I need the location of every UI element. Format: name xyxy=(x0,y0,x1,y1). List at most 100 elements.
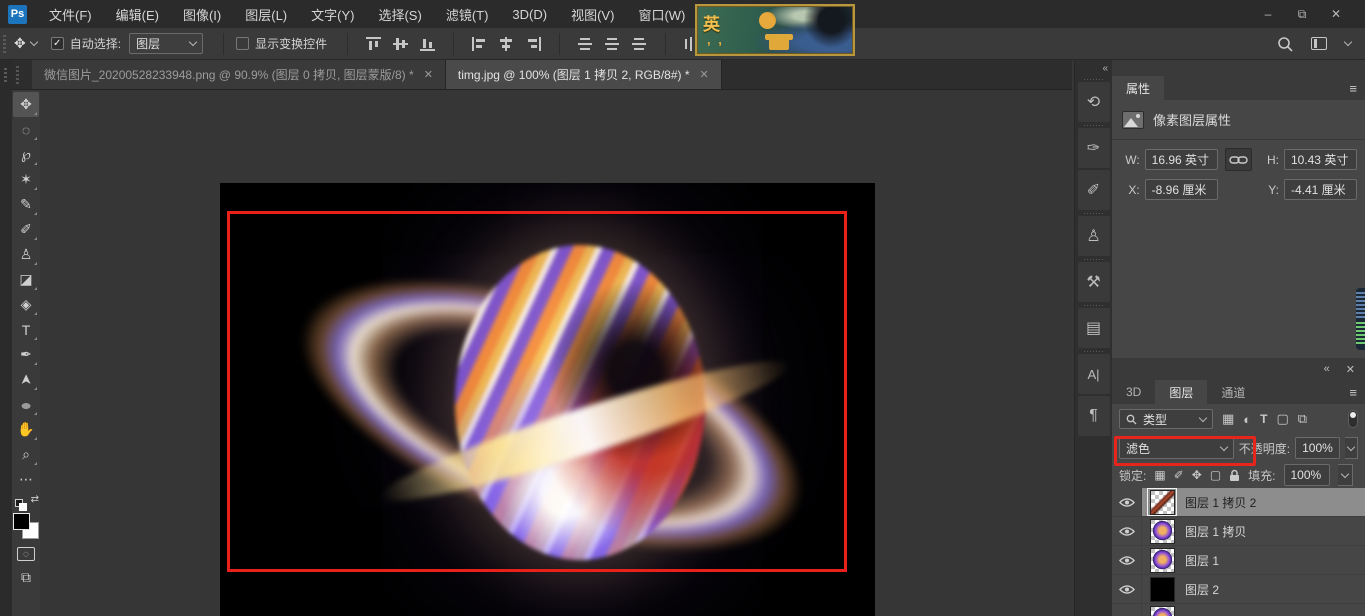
layer-thumbnail[interactable] xyxy=(1147,517,1177,545)
dock-grip[interactable] xyxy=(12,60,32,89)
fill-slider-button[interactable] xyxy=(1338,464,1353,486)
close-icon[interactable]: ✕ xyxy=(424,68,433,81)
minimize-button[interactable]: – xyxy=(1251,3,1285,25)
menu-view[interactable]: 视图(V) xyxy=(559,0,626,28)
height-field[interactable]: 10.43 英寸 xyxy=(1284,149,1357,170)
menu-layer[interactable]: 图层(L) xyxy=(233,0,299,28)
more-tools-button[interactable]: ⋯ xyxy=(13,467,39,492)
shape-tool[interactable]: ● xyxy=(13,392,39,417)
restore-button[interactable]: ⧉ xyxy=(1285,3,1319,25)
lock-position-icon[interactable]: ✥ xyxy=(1192,468,1202,482)
align-top-edges-button[interactable] xyxy=(366,37,381,51)
layer-name[interactable]: 图层 1 xyxy=(1185,552,1219,569)
quick-mask-button[interactable]: ◌ xyxy=(17,547,35,561)
distribute-vertical-centers-button[interactable] xyxy=(605,37,620,51)
width-field[interactable]: 16.96 英寸 xyxy=(1145,149,1218,170)
tab-channels[interactable]: 通道 xyxy=(1207,380,1259,404)
align-left-edges-button[interactable] xyxy=(472,37,487,51)
visibility-toggle[interactable] xyxy=(1112,517,1142,545)
lock-artboard-icon[interactable]: ▢ xyxy=(1210,468,1221,482)
layer-name[interactable]: 图层 1 拷贝 xyxy=(1185,523,1246,540)
document-tab-2[interactable]: timg.jpg @ 100% (图层 1 拷贝 2, RGB/8#) * ✕ xyxy=(446,60,722,89)
tool-preset-picker[interactable]: ✥ xyxy=(14,35,37,52)
brush-settings-panel-icon[interactable]: ✑ xyxy=(1078,128,1110,168)
elliptical-marquee-tool[interactable]: ◌ xyxy=(13,117,39,142)
layer-row-partial[interactable] xyxy=(1112,604,1365,616)
history-panel-icon[interactable]: ⟲ xyxy=(1078,82,1110,122)
align-bottom-edges-button[interactable] xyxy=(420,37,435,51)
close-panel-icon[interactable]: ✕ xyxy=(1346,363,1355,376)
zoom-tool[interactable]: ⌕ xyxy=(13,442,39,467)
lasso-tool[interactable]: ℘ xyxy=(13,142,39,167)
filter-type-dropdown[interactable]: 类型 xyxy=(1119,409,1213,429)
layer-name[interactable]: 图层 2 xyxy=(1185,581,1219,598)
filter-shape-layers-icon[interactable]: ▢ xyxy=(1277,411,1289,427)
type-tool[interactable]: T xyxy=(13,317,39,342)
brushes-panel-icon[interactable]: ✐ xyxy=(1078,170,1110,210)
layer-thumbnail[interactable] xyxy=(1147,546,1177,574)
layer-thumbnail[interactable] xyxy=(1147,488,1177,516)
filter-smart-objects-icon[interactable]: ⧉ xyxy=(1298,411,1307,427)
collapse-panel-icon[interactable]: « xyxy=(1324,363,1330,375)
hand-tool[interactable]: ✋ xyxy=(13,417,39,442)
layer-name[interactable]: 图层 1 拷贝 2 xyxy=(1185,494,1256,511)
lock-paint-icon[interactable]: ✐ xyxy=(1174,468,1184,482)
lock-transparency-icon[interactable]: ▦ xyxy=(1154,468,1165,482)
screen-mode-button[interactable]: ⧉ xyxy=(13,565,39,590)
pen-tool[interactable]: ✒ xyxy=(13,342,39,367)
color-swatches[interactable] xyxy=(13,513,39,539)
tab-layers[interactable]: 图层 xyxy=(1155,380,1207,404)
auto-select-target-dropdown[interactable]: 图层 xyxy=(129,33,203,54)
menu-window[interactable]: 窗口(W) xyxy=(626,0,697,28)
y-field[interactable]: -4.41 厘米 xyxy=(1284,179,1357,200)
layer-row-3[interactable]: 图层 1 xyxy=(1112,546,1365,575)
eraser-tool[interactable]: ◪ xyxy=(13,267,39,292)
overlay-ad-banner[interactable]: 英 , , xyxy=(695,4,855,56)
layer-thumbnail[interactable] xyxy=(1147,575,1177,603)
clone-stamp-tool[interactable]: ♙ xyxy=(13,242,39,267)
options-grip[interactable] xyxy=(3,35,6,53)
show-transform-checkbox[interactable] xyxy=(236,37,249,50)
default-swap-colors[interactable]: ⇄ xyxy=(15,496,37,510)
menu-3d[interactable]: 3D(D) xyxy=(500,0,559,28)
tab-properties[interactable]: 属性 xyxy=(1112,76,1164,100)
tab-3d[interactable]: 3D xyxy=(1112,380,1155,404)
close-button[interactable]: ✕ xyxy=(1319,3,1353,25)
close-icon[interactable]: ✕ xyxy=(700,68,709,81)
document-tab-1[interactable]: 微信图片_20200528233948.png @ 90.9% (图层 0 拷贝… xyxy=(32,60,446,89)
distribute-top-edges-button[interactable] xyxy=(578,37,593,51)
menu-image[interactable]: 图像(I) xyxy=(171,0,233,28)
align-right-edges-button[interactable] xyxy=(526,37,541,51)
filter-toggle-switch[interactable] xyxy=(1348,410,1358,428)
visibility-toggle[interactable] xyxy=(1112,488,1142,516)
fill-field[interactable]: 100% xyxy=(1284,464,1330,486)
x-field[interactable]: -8.96 厘米 xyxy=(1145,179,1218,200)
clone-source-panel-icon[interactable]: ♙ xyxy=(1078,216,1110,256)
collapse-panels-button[interactable]: « xyxy=(1075,60,1112,76)
menu-filter[interactable]: 滤镜(T) xyxy=(434,0,501,28)
chevron-down-icon[interactable] xyxy=(1344,38,1352,46)
filter-pixel-layers-icon[interactable]: ▦ xyxy=(1222,411,1234,427)
menu-select[interactable]: 选择(S) xyxy=(366,0,433,28)
layer-thumbnail[interactable] xyxy=(1147,604,1177,616)
move-tool[interactable]: ✥ xyxy=(13,92,39,117)
panel-menu-icon[interactable]: ≡ xyxy=(1349,380,1365,404)
layer-row-4[interactable]: 图层 2 xyxy=(1112,575,1365,604)
magic-wand-tool[interactable]: ✶ xyxy=(13,167,39,192)
menu-type[interactable]: 文字(Y) xyxy=(299,0,366,28)
eyedropper-tool[interactable]: ✎ xyxy=(13,192,39,217)
auto-select-checkbox[interactable]: ✓ xyxy=(51,37,64,50)
libraries-panel-icon[interactable]: ▤ xyxy=(1078,308,1110,348)
visibility-toggle[interactable] xyxy=(1112,575,1142,603)
panel-menu-icon[interactable]: ≡ xyxy=(1349,76,1365,100)
menu-edit[interactable]: 编辑(E) xyxy=(104,0,171,28)
layer-row-2[interactable]: 图层 1 拷贝 xyxy=(1112,517,1365,546)
paragraph-panel-icon[interactable]: ¶ xyxy=(1078,396,1110,436)
opacity-slider-button[interactable] xyxy=(1345,437,1358,459)
tool-presets-panel-icon[interactable]: ⚒ xyxy=(1078,262,1110,302)
foreground-color-swatch[interactable] xyxy=(13,513,30,530)
paint-bucket-tool[interactable]: ◈ xyxy=(13,292,39,317)
character-panel-icon[interactable]: A| xyxy=(1078,354,1110,394)
workspace-switcher-icon[interactable] xyxy=(1311,37,1327,50)
brush-tool[interactable]: ✐ xyxy=(13,217,39,242)
